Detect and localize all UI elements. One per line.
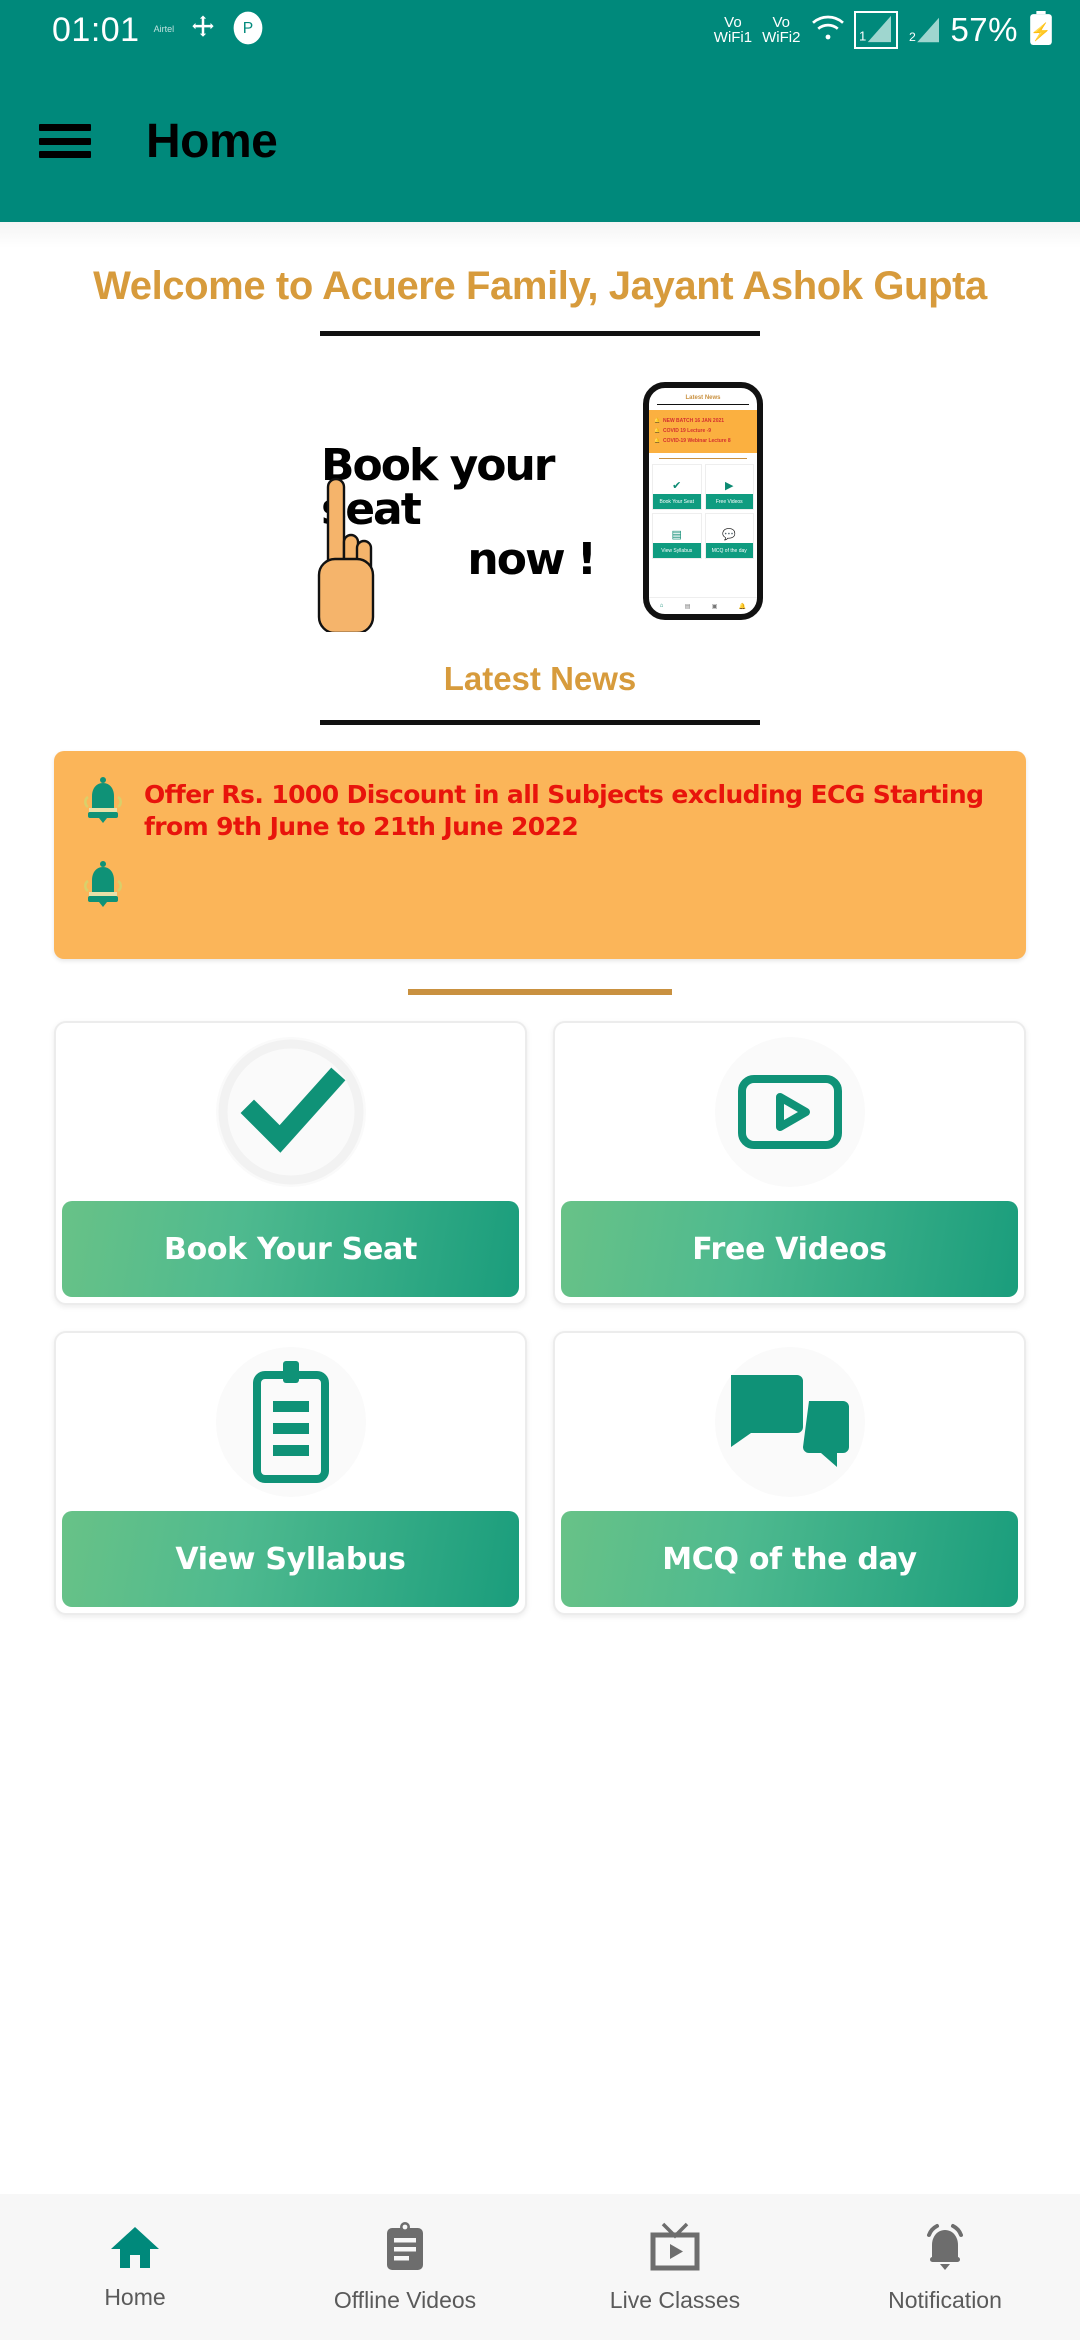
battery-percent: 57% [950, 11, 1018, 48]
wifi-icon [810, 13, 846, 48]
nav-item-offline-videos[interactable]: Offline Videos [270, 2221, 540, 2314]
menu-card-book-your-seat[interactable]: Book Your Seat [54, 1021, 527, 1305]
card-icon-wrap [56, 1023, 525, 1201]
clipboard-list-icon: ▤ [671, 529, 682, 541]
vowifi2-indicator: Vo WiFi2 [762, 14, 801, 46]
battery-icon: ⚡ [1028, 10, 1054, 50]
mock-tile-label: Free Videos [705, 494, 753, 509]
bell-icon: 🔔 [738, 603, 747, 610]
home-icon [111, 2226, 159, 2268]
home-icon: ⌂ [659, 603, 664, 609]
clipboard-list-icon [252, 1361, 329, 1483]
nav-label: Offline Videos [333, 2286, 477, 2313]
clipboard-icon [387, 2221, 423, 2270]
news-item[interactable] [80, 859, 1000, 909]
clipboard-icon: ▤ [684, 603, 691, 610]
welcome-message: Welcome to Acuere Family, Jayant Ashok G… [93, 264, 987, 308]
mock-tile-label: Book Your Seat [653, 494, 701, 509]
status-bar-left: 01:01 Airtel P [52, 11, 264, 50]
check-mark-icon: ✔ [672, 480, 682, 492]
mock-tile-grid: ✔ Book Your Seat ▶ Free Videos ▤ View Sy… [649, 464, 757, 559]
mock-rule [657, 404, 749, 405]
latest-news-underline [320, 720, 760, 725]
mock-bottom-nav: ⌂ ▤ ▣ 🔔 [649, 597, 757, 614]
latest-news-heading: Latest News [443, 660, 637, 697]
mock-news-item: COVID 19 Lecture -9 [654, 428, 753, 434]
card-icon-wrap [555, 1023, 1024, 1201]
card-icon-wrap [555, 1333, 1024, 1511]
scroll-content[interactable]: Welcome to Acuere Family, Jayant Ashok G… [0, 222, 1080, 2194]
mock-tile: ▶ Free Videos [704, 464, 754, 510]
check-mark-icon [218, 1039, 363, 1185]
tv-play-icon [650, 2222, 700, 2270]
mock-latest-news-title: Latest News [685, 395, 721, 401]
nav-item-live-classes[interactable]: Live Classes [540, 2221, 810, 2314]
sync-icon [188, 13, 218, 48]
hamburger-menu-icon[interactable] [36, 119, 94, 163]
page-title: Home [146, 114, 278, 168]
bottom-navigation: Home Offline Videos Live Classes Notific… [0, 2194, 1080, 2340]
menu-card-label: View Syllabus [62, 1511, 519, 1607]
nav-label: Home [104, 2283, 166, 2310]
promo-banner[interactable]: Book your seat now ! Latest News NEW BAT… [305, 360, 775, 632]
menu-card-label: Book Your Seat [62, 1201, 519, 1297]
mock-news-item: COVID-19 Webinar Lecture 8 [654, 438, 753, 444]
menu-card-view-syllabus[interactable]: View Syllabus [54, 1331, 527, 1615]
gold-divider-wrap [0, 959, 1080, 995]
phone-mockup: Latest News NEW BATCH 16 JAN 2021 COVID … [643, 382, 763, 620]
mock-tile: 💬 MCQ of the day [704, 513, 754, 559]
nav-item-notification[interactable]: Notification [810, 2221, 1080, 2314]
welcome-underline [320, 331, 760, 336]
status-clock: 01:01 [52, 10, 140, 49]
bell-icon [927, 2223, 963, 2270]
mock-tile-label: View Syllabus [653, 543, 701, 558]
video-play-icon [737, 1075, 842, 1149]
pointing-hand-icon [317, 477, 375, 632]
nav-label: Notification [888, 2286, 1002, 2313]
news-item-text: Offer Rs. 1000 Discount in all Subjects … [144, 780, 984, 841]
menu-grid: Book Your Seat Free Videos View Syllabus… [0, 995, 1080, 1615]
nav-item-home[interactable]: Home [0, 2224, 270, 2311]
svg-text:P: P [243, 20, 253, 37]
mock-news-item: NEW BATCH 16 JAN 2021 [654, 418, 753, 424]
nav-label: Live Classes [609, 2286, 741, 2313]
video-play-icon: ▶ [725, 480, 734, 492]
bell-icon [80, 859, 126, 909]
mock-gold-divider [659, 458, 747, 459]
status-bar-right: Vo WiFi1 Vo WiFi2 1 2 57% ⚡ [713, 10, 1054, 50]
svg-text:2: 2 [909, 30, 916, 44]
news-card[interactable]: Offer Rs. 1000 Discount in all Subjects … [54, 751, 1026, 959]
app-bar: Home [0, 60, 1080, 222]
card-icon-wrap [56, 1333, 525, 1511]
svg-text:1: 1 [859, 29, 866, 44]
app-icon: P [232, 11, 264, 50]
status-bar: 01:01 Airtel P Vo WiFi1 Vo WiFi2 1 2 57% [0, 0, 1080, 60]
news-item[interactable]: Offer Rs. 1000 Discount in all Subjects … [80, 775, 1000, 843]
tv-play-icon: ▣ [711, 603, 718, 610]
menu-card-label: Free Videos [561, 1201, 1018, 1297]
menu-card-free-videos[interactable]: Free Videos [553, 1021, 1026, 1305]
vowifi1-indicator: Vo WiFi1 [713, 14, 753, 46]
chat-bubbles-icon [730, 1375, 849, 1467]
menu-card-label: MCQ of the day [561, 1511, 1018, 1607]
menu-card-mcq-of-the-day[interactable]: MCQ of the day [553, 1331, 1026, 1615]
mock-tile: ✔ Book Your Seat [652, 464, 702, 510]
carrier-badge: Airtel [153, 24, 175, 35]
chat-bubbles-icon: 💬 [722, 529, 737, 541]
bell-icon [80, 775, 126, 825]
sim2-signal-icon: 2 [906, 15, 940, 45]
mock-tile-label: MCQ of the day [705, 543, 753, 558]
mock-news-list: NEW BATCH 16 JAN 2021 COVID 19 Lecture -… [649, 410, 757, 453]
svg-text:⚡: ⚡ [1030, 21, 1051, 42]
sim1-signal-icon: 1 [854, 11, 899, 49]
mock-tile: ▤ View Syllabus [652, 513, 702, 559]
